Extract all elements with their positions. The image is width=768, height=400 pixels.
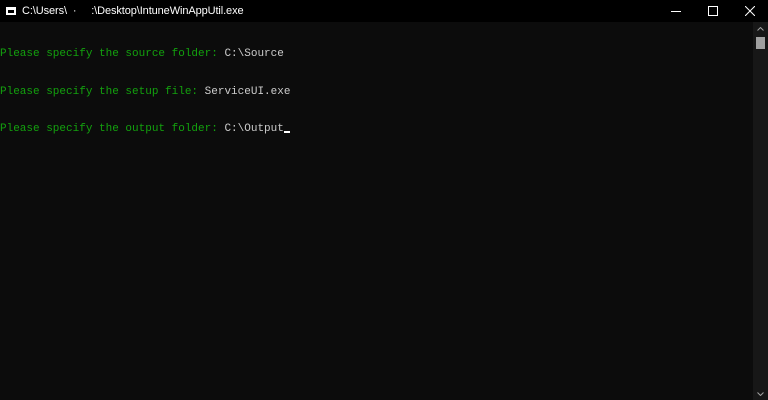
vertical-scrollbar[interactable] (753, 22, 768, 400)
close-button[interactable] (731, 0, 768, 22)
source-folder-prompt: Please specify the source folder: (0, 48, 225, 60)
close-icon (744, 6, 755, 16)
title-bar[interactable]: C:\Users\ · :\Desktop\IntuneWinAppUtil.e… (0, 0, 768, 22)
output-folder-prompt: Please specify the output folder: (0, 123, 225, 135)
console-line-output: Please specify the output folder: C:\Out… (0, 123, 752, 136)
text-cursor (283, 131, 290, 133)
console-line-source: Please specify the source folder: C:\Sou… (0, 48, 752, 61)
console-output[interactable]: Please specify the source folder: C:\Sou… (0, 22, 752, 400)
console-window: C:\Users\ · :\Desktop\IntuneWinAppUtil.e… (0, 0, 768, 400)
window-controls (657, 0, 768, 22)
minimize-button[interactable] (657, 0, 694, 22)
minimize-icon (670, 11, 681, 12)
scroll-up-button[interactable] (753, 22, 768, 35)
setup-file-value: ServiceUI.exe (204, 85, 291, 98)
scroll-down-arrow-icon (757, 391, 764, 396)
window-title: C:\Users\ · :\Desktop\IntuneWinAppUtil.e… (22, 5, 244, 17)
setup-file-prompt: Please specify the setup file: (0, 85, 205, 98)
maximize-icon (707, 6, 718, 16)
maximize-button[interactable] (694, 0, 731, 22)
scroll-up-arrow-icon (757, 26, 764, 31)
console-line-setup: Please specify the setup file: ServiceUI… (0, 86, 752, 99)
source-folder-value: C:\Source (224, 48, 284, 60)
output-folder-input[interactable]: C:\Output (224, 123, 283, 135)
scrollbar-thumb[interactable] (756, 37, 765, 49)
scroll-down-button[interactable] (753, 387, 768, 400)
console-app-icon[interactable] (6, 7, 16, 15)
